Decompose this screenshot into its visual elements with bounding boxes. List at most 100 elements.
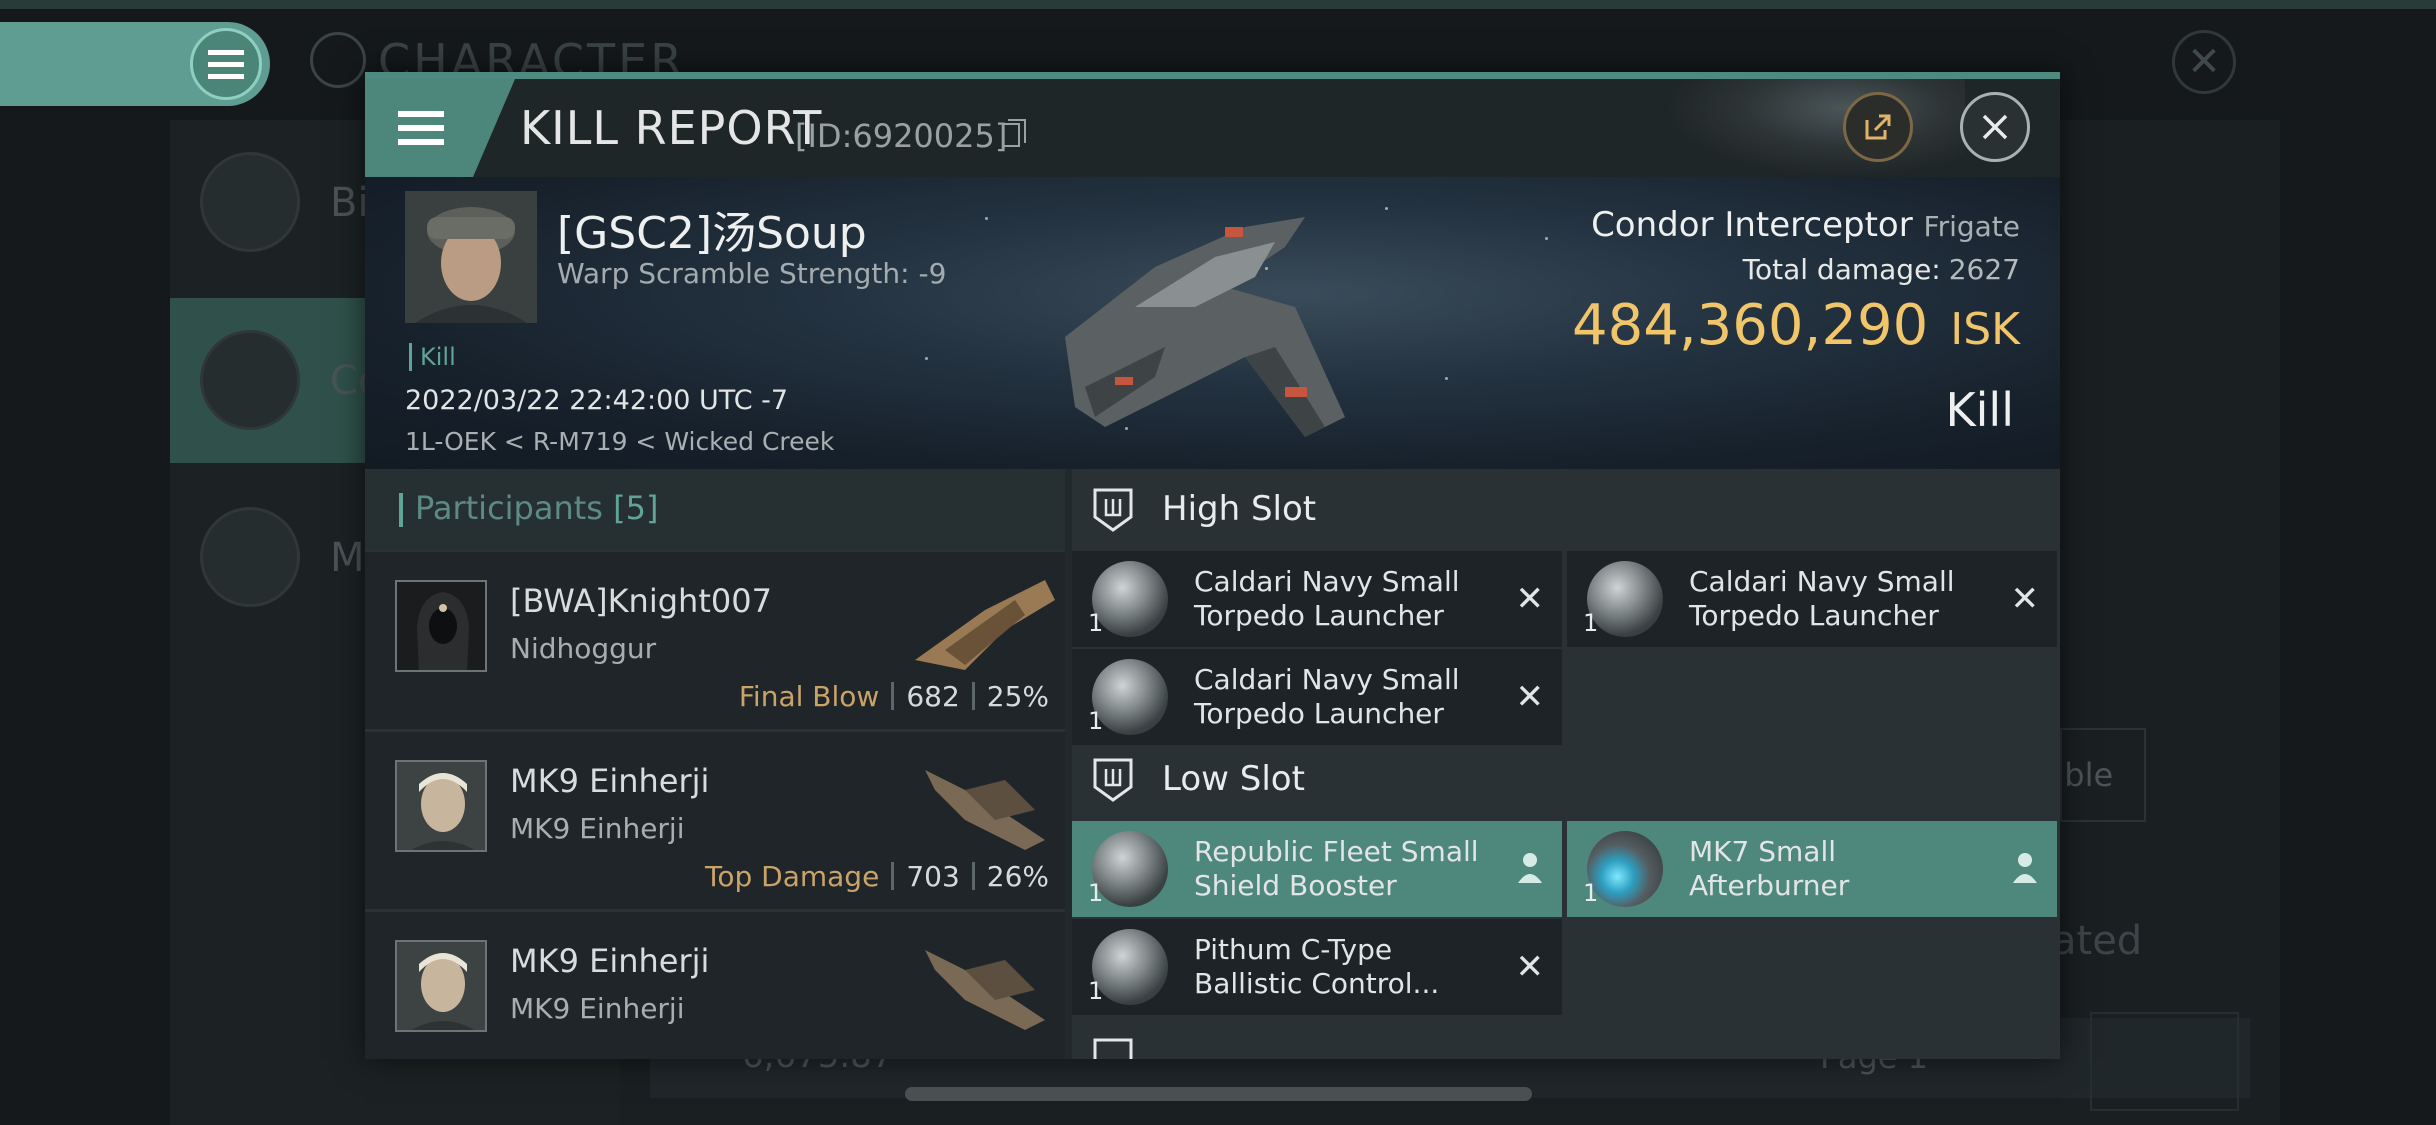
isk-amount: 484,360,290 xyxy=(1571,293,1929,358)
module-item[interactable]: 1 Pithum C-Type Ballistic Control... ✕ xyxy=(1072,919,1562,1015)
module-quantity: 1 xyxy=(1088,977,1104,1005)
close-button[interactable] xyxy=(1960,92,2030,162)
dialog-menu-button[interactable] xyxy=(365,79,515,177)
low-slot-label: Low Slot xyxy=(1162,759,1305,799)
module-quantity: 1 xyxy=(1583,879,1599,907)
destroyed-icon: ✕ xyxy=(2010,579,2040,619)
ship-name: Condor Interceptor Frigate xyxy=(1591,205,2020,245)
participant-percent: 26% xyxy=(986,860,1049,893)
isk-value: 484,360,290 ISK xyxy=(1572,293,2020,358)
participants-count: [5] xyxy=(613,489,659,527)
participant-ship: MK9 Einherji xyxy=(510,812,685,845)
participant-ship-image xyxy=(925,770,1045,850)
participant-row[interactable]: [BWA]Knight007 Nidhoggur Final Blow 682 25… xyxy=(365,549,1065,730)
module-item[interactable]: 1 Caldari Navy Small Torpedo Launcher ✕ xyxy=(1567,551,2057,647)
participant-avatar xyxy=(395,760,487,852)
module-name-line2: Afterburner xyxy=(1689,869,1850,902)
shield-booster-icon xyxy=(1092,831,1168,907)
module-name-line1: Caldari Navy Small xyxy=(1194,663,1460,696)
crossed-swords-icon xyxy=(200,330,300,430)
participant-ship-image xyxy=(925,950,1045,1030)
participant-stats: Top Damage 703 26% xyxy=(705,860,1049,893)
character-icon xyxy=(310,32,366,88)
participant-damage: 703 xyxy=(906,860,960,893)
isk-unit: ISK xyxy=(1950,304,2020,355)
module-item[interactable]: 1 Caldari Navy Small Torpedo Launcher ✕ xyxy=(1072,551,1562,647)
copy-icon[interactable] xyxy=(1002,119,1026,147)
participant-name: [BWA]Knight007 xyxy=(510,582,772,620)
header-ship-decoration xyxy=(1665,79,1965,177)
module-name: MK7 Small Afterburner xyxy=(1689,835,1849,903)
participant-percent: 25% xyxy=(986,680,1049,713)
participant-damage: 682 xyxy=(906,680,960,713)
participant-name: MK9 Einherji xyxy=(510,942,710,980)
torpedo-launcher-icon xyxy=(1092,659,1168,735)
module-name-line2: Ballistic Control... xyxy=(1194,967,1440,1000)
hamburger-icon xyxy=(200,152,300,252)
high-slot-label: High Slot xyxy=(1162,489,1317,529)
participant-row[interactable]: MK9 Einherji MK9 Einherji xyxy=(365,909,1065,1059)
module-name-line2: Shield Booster xyxy=(1194,869,1397,902)
participant-role: Final Blow xyxy=(738,680,880,713)
kill-tag: Kill xyxy=(409,343,456,371)
module-name: Pithum C-Type Ballistic Control... xyxy=(1194,933,1439,1001)
mid-slot-header-partial xyxy=(1072,1019,2060,1059)
participants-header: Participants [5] xyxy=(365,469,1065,549)
ship-name-text: Condor Interceptor xyxy=(1591,205,1913,245)
menu-icon xyxy=(190,28,262,100)
background-close-icon[interactable]: ✕ xyxy=(2172,30,2236,94)
torpedo-launcher-icon xyxy=(1092,561,1168,637)
module-item[interactable]: 1 Caldari Navy Small Torpedo Launcher ✕ xyxy=(1072,649,1562,745)
torpedo-launcher-icon xyxy=(1587,561,1663,637)
module-name-line2: Torpedo Launcher xyxy=(1194,599,1444,632)
background-menu-button[interactable] xyxy=(0,22,270,106)
sidebar-label: Bi xyxy=(330,180,369,226)
module-name: Caldari Navy Small Torpedo Launcher xyxy=(1689,565,1955,633)
module-quantity: 1 xyxy=(1088,879,1104,907)
kill-report-dialog: KILL REPORT [ID:6920025] [GSC2]汤Soup War… xyxy=(365,72,2060,1059)
participants-label: Participants xyxy=(415,489,603,527)
module-name-line2: Torpedo Launcher xyxy=(1194,697,1444,730)
victim-avatar[interactable] xyxy=(405,191,537,323)
victim-banner: [GSC2]汤Soup Warp Scramble Strength: -9 K… xyxy=(365,177,2060,469)
share-button[interactable] xyxy=(1843,92,1913,162)
dropped-person-icon xyxy=(1518,853,1542,883)
afterburner-icon xyxy=(1587,831,1663,907)
background-text: ated xyxy=(2052,918,2143,964)
victim-ship-image xyxy=(1065,217,1345,437)
module-name-line1: Republic Fleet Small xyxy=(1194,835,1479,868)
filter-icon[interactable] xyxy=(2090,1012,2239,1111)
participant-ship: Nidhoggur xyxy=(510,632,657,665)
star-icon xyxy=(200,507,300,607)
high-slot-icon xyxy=(1093,488,1133,532)
mid-slot-icon xyxy=(1093,1038,1133,1059)
home-indicator xyxy=(905,1087,1532,1101)
total-damage: Total damage: 2627 xyxy=(1743,253,2020,286)
close-icon xyxy=(1982,114,2008,140)
participants-panel: Participants [5] [BWA]Knight007 Nidhoggu… xyxy=(365,469,1065,1059)
dialog-title: KILL REPORT xyxy=(520,101,823,155)
participant-ship: MK9 Einherji xyxy=(510,992,685,1025)
dropped-person-icon xyxy=(2013,853,2037,883)
destroyed-icon: ✕ xyxy=(1515,947,1545,987)
total-damage-label: Total damage: xyxy=(1742,253,1941,286)
module-name-line1: Pithum C-Type xyxy=(1194,933,1393,966)
ship-class: Frigate xyxy=(1923,210,2021,243)
top-edge xyxy=(0,0,2436,9)
module-quantity: 1 xyxy=(1088,707,1104,735)
module-item[interactable]: 1 Republic Fleet Small Shield Booster xyxy=(1072,821,1562,917)
victim-name: [GSC2]汤Soup xyxy=(557,208,867,259)
kill-id: [ID:6920025] xyxy=(795,117,1008,155)
background-button[interactable]: sable xyxy=(2060,728,2146,822)
fittings-panel: High Slot 1 Caldari Navy Small Torpedo La… xyxy=(1072,469,2060,1059)
module-name: Caldari Navy Small Torpedo Launcher xyxy=(1194,565,1460,633)
participant-stats: Final Blow 682 25% xyxy=(739,680,1049,713)
participant-avatar xyxy=(395,580,487,672)
low-slot-header: Low Slot xyxy=(1072,739,2060,819)
module-name-line1: Caldari Navy Small xyxy=(1689,565,1955,598)
victim-subtitle: Warp Scramble Strength: -9 xyxy=(557,257,947,290)
participant-avatar xyxy=(395,940,487,1032)
low-slot-icon xyxy=(1093,758,1133,802)
participant-row[interactable]: MK9 Einherji MK9 Einherji Top Damage 703 2… xyxy=(365,729,1065,910)
module-item[interactable]: 1 MK7 Small Afterburner xyxy=(1567,821,2057,917)
